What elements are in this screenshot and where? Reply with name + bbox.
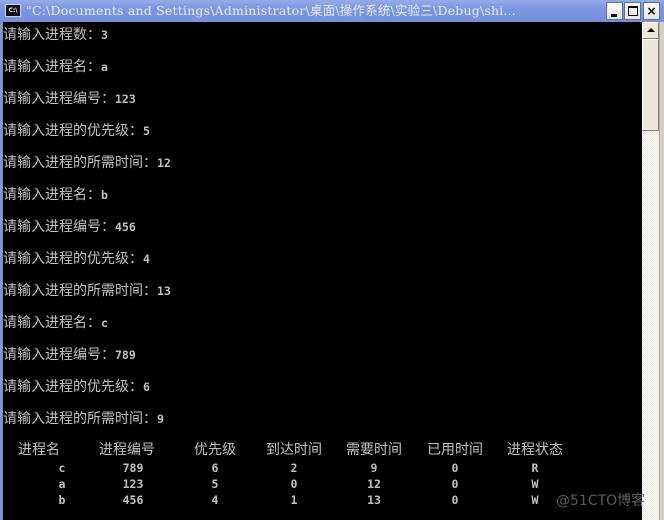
table-cell: 12 [367, 477, 381, 491]
window-title: "C:\Documents and Settings\Administrator… [26, 3, 516, 18]
table-cell: 2 [290, 461, 298, 475]
prompt-text: 请输入进程的优先级： [3, 379, 143, 395]
table-cell: 13 [367, 493, 381, 507]
maximize-button[interactable] [624, 2, 641, 20]
table-cell: 9 [370, 461, 378, 475]
process-table-header: 进程名 进程编号 优先级 到达时间 需要时间 已用时间 进程状态 [3, 442, 642, 458]
table-cell: c [58, 461, 66, 475]
close-icon: × [646, 4, 657, 18]
table-cell: R [531, 461, 539, 475]
prompt-text: 请输入进程名： [3, 315, 101, 331]
input-value: 13 [157, 284, 171, 298]
prompt-text: 请输入进程的所需时间： [3, 283, 157, 299]
table-header-cell: 到达时间 [266, 442, 322, 458]
title-bar[interactable]: C:\ "C:\Documents and Settings\Administr… [0, 0, 664, 22]
input-value: 6 [143, 380, 150, 394]
console-line: 请输入进程的所需时间：12 [3, 154, 171, 172]
table-row: c 789 6 2 9 0 R [3, 460, 642, 476]
console-window: C:\ "C:\Documents and Settings\Administr… [0, 0, 664, 520]
console-line: 请输入进程名：c [3, 314, 108, 332]
console-line: 请输入进程编号：789 [3, 346, 136, 364]
table-cell: 6 [211, 461, 219, 475]
table-cell: 0 [290, 477, 298, 491]
vertical-scrollbar[interactable] [642, 22, 659, 520]
prompt-text: 请输入进程的所需时间： [3, 155, 157, 171]
table-cell: a [58, 477, 66, 491]
prompt-text: 请输入进程编号： [3, 347, 115, 363]
input-value: 123 [115, 92, 136, 106]
prompt-text: 请输入进程的优先级： [3, 123, 143, 139]
console-line: 请输入进程名：b [3, 186, 108, 204]
minimize-button[interactable] [606, 2, 623, 20]
table-header-cell: 已用时间 [427, 442, 483, 458]
table-cell: 0 [451, 477, 459, 491]
input-value: 789 [115, 348, 136, 362]
minimize-icon [611, 14, 617, 17]
input-value: 3 [101, 28, 108, 42]
input-value: 5 [143, 124, 150, 138]
table-header-cell: 进程状态 [507, 442, 563, 458]
table-header-cell: 优先级 [194, 442, 236, 458]
table-cell: 123 [122, 477, 144, 491]
close-button[interactable]: × [643, 2, 660, 20]
input-value: a [101, 60, 108, 74]
table-row: a 123 5 0 12 0 W [3, 476, 642, 492]
prompt-text: 请输入进程的优先级： [3, 251, 143, 267]
prompt-text: 请输入进程名： [3, 187, 101, 203]
console-line: 请输入进程的优先级：5 [3, 122, 150, 140]
input-value: 456 [115, 220, 136, 234]
window-right-border [659, 22, 664, 520]
table-cell: 789 [122, 461, 144, 475]
input-value: 9 [157, 412, 164, 426]
scroll-thumb[interactable] [642, 39, 659, 131]
table-cell: 0 [451, 493, 459, 507]
table-cell: W [531, 477, 539, 491]
prompt-text: 请输入进程的所需时间： [3, 411, 157, 427]
table-cell: b [58, 493, 66, 507]
table-header-cell: 需要时间 [346, 442, 402, 458]
maximize-icon [628, 6, 638, 16]
console-line: 请输入进程编号：123 [3, 90, 136, 108]
table-cell: W [531, 493, 539, 507]
table-row: b 456 4 1 13 0 W [3, 492, 642, 508]
table-cell: 5 [211, 477, 219, 491]
console-line: 请输入进程编号：456 [3, 218, 136, 236]
console-line: 请输入进程数：3 [3, 26, 108, 44]
table-cell: 456 [122, 493, 144, 507]
prompt-text: 请输入进程名： [3, 59, 101, 75]
table-cell: 0 [451, 461, 459, 475]
prompt-text: 请输入进程编号： [3, 91, 115, 107]
prompt-text: 请输入进程数： [3, 27, 101, 43]
watermark: @51CTO博客 [556, 493, 646, 509]
scroll-up-button[interactable] [642, 22, 659, 39]
console-output[interactable]: 请输入进程数：3 请输入进程名：a 请输入进程编号：123 请输入进程的优先级：5 请输… [2, 22, 642, 520]
console-app-icon[interactable]: C:\ [5, 4, 21, 17]
console-line: 请输入进程名：a [3, 58, 108, 76]
input-value: 12 [157, 156, 171, 170]
table-header-cell: 进程编号 [99, 442, 155, 458]
input-value: 4 [143, 252, 150, 266]
input-value: b [101, 188, 108, 202]
table-header-cell: 进程名 [18, 442, 60, 458]
table-cell: 4 [211, 493, 219, 507]
input-value: c [101, 316, 108, 330]
console-line: 请输入进程的所需时间：13 [3, 282, 171, 300]
prompt-text: 请输入进程编号： [3, 219, 115, 235]
console-line: 请输入进程的优先级：6 [3, 378, 150, 396]
arrow-up-icon [647, 28, 655, 32]
console-line: 请输入进程的优先级：4 [3, 250, 150, 268]
table-cell: 1 [290, 493, 298, 507]
console-line: 请输入进程的所需时间：9 [3, 410, 164, 428]
